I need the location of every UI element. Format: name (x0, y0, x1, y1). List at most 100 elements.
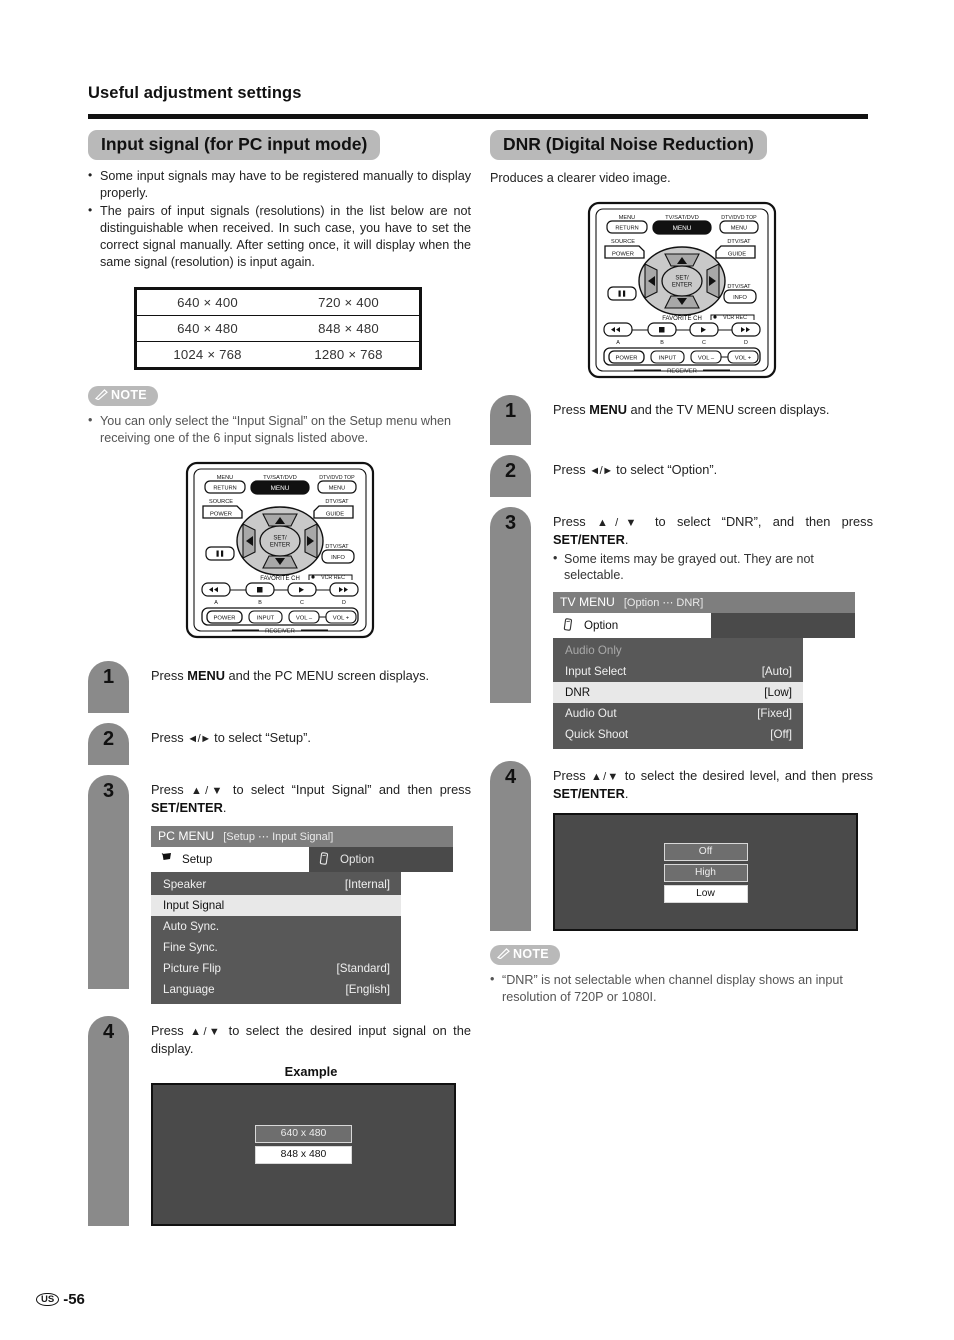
svg-text:INFO: INFO (331, 555, 345, 561)
menu-item-input-select[interactable]: Input Select [Auto] (553, 661, 803, 682)
tab-label: Option (340, 853, 375, 867)
step-number: 3 (490, 506, 531, 703)
menu-item-audio-only: Audio Only (553, 640, 803, 661)
svg-text:DTV/SAT: DTV/SAT (727, 284, 751, 290)
table-cell: 640 × 480 (135, 315, 278, 342)
tab-label: Option (584, 619, 619, 633)
manual-page: Useful adjustment settings Input signal … (0, 0, 954, 1340)
menu-item-label: Language (163, 983, 215, 997)
note-badge: NOTE (88, 386, 158, 407)
osd-title: PC MENU (158, 829, 215, 844)
svg-text:VOL +: VOL + (734, 355, 751, 361)
menu-item-value: [Auto] (761, 665, 792, 679)
step-1-right: 1 Press MENU and the TV MENU screen disp… (490, 394, 873, 445)
step-number: 2 (490, 454, 531, 497)
step-number: 1 (490, 394, 531, 445)
table-cell: 1024 × 768 (135, 341, 278, 369)
svg-text:POWER: POWER (615, 355, 637, 361)
step-number: 3 (88, 775, 129, 990)
note-label: NOTE (513, 947, 549, 962)
tab-option[interactable]: Option (309, 847, 453, 873)
menu-item-speaker[interactable]: Speaker [Internal] (151, 874, 401, 895)
svg-text:SET/: SET/ (675, 275, 689, 281)
svg-text:VOL +: VOL + (332, 616, 349, 622)
menu-item-picture-flip[interactable]: Picture Flip [Standard] (151, 958, 401, 979)
page-number: -56 (63, 1291, 85, 1308)
step-2-left: 2 Press ◄/► to select “Setup”. (88, 723, 471, 766)
menu-item-label: Input Select (565, 665, 627, 679)
step-1-left: 1 Press MENU and the PC MENU screen disp… (88, 661, 471, 714)
right-section-title: DNR (Digital Noise Reduction) (490, 130, 767, 161)
list-item: “DNR” is not selectable when channel dis… (490, 971, 873, 1006)
svg-text:GUIDE: GUIDE (727, 251, 745, 257)
example-label: Example (284, 1063, 338, 1079)
menu-item-fine-sync[interactable]: Fine Sync. (151, 937, 401, 958)
menu-item-value: [Internal] (344, 878, 390, 892)
menu-item-value: [English] (345, 983, 390, 997)
resolution-option-848x480[interactable]: 848 x 480 (255, 1145, 352, 1164)
example-screen: 640 x 480 848 x 480 (151, 1082, 456, 1226)
menu-item-label: Audio Out (565, 707, 617, 721)
svg-text:INFO: INFO (733, 295, 747, 301)
dnr-option-low[interactable]: Low (663, 885, 748, 904)
list-item: The pairs of input signals (resolutions)… (88, 202, 471, 271)
svg-text:VOL –: VOL – (295, 616, 312, 622)
tab-setup[interactable]: Setup (151, 847, 309, 873)
left-note-block: NOTE You can only select the “Input Sign… (88, 386, 471, 447)
svg-text:VCR REC: VCR REC (321, 575, 345, 581)
table-cell: 640 × 400 (177, 295, 238, 311)
menu-item-quick-shoot[interactable]: Quick Shoot [Off] (553, 724, 803, 745)
svg-text:RECEIVER: RECEIVER (667, 368, 697, 374)
resolution-option-list: 640 x 480 848 x 480 (255, 1124, 352, 1164)
tab-blank[interactable] (711, 613, 855, 639)
page-header: Useful adjustment settings (88, 84, 868, 103)
remote-control-diagram-right: MENU RETURN TV/SAT/DVD MENU DTV/DVD TOP … (490, 201, 873, 379)
svg-text:FAVORITE CH: FAVORITE CH (260, 576, 300, 582)
table-row: 640 × 400 720 × 400 (136, 289, 421, 316)
dnr-level-option-list: Off High Low (663, 843, 748, 904)
step-4-right: 4 Press ▲/▼ to select the desired level,… (490, 761, 873, 932)
note-label: NOTE (111, 388, 147, 403)
tv-menu-osd: TV MENU [Option ⋯ DNR] Option Audio Only… (553, 592, 855, 750)
option-icon (562, 618, 575, 634)
note-list: “DNR” is not selectable when channel dis… (490, 971, 873, 1006)
svg-text:MENU: MENU (270, 485, 289, 492)
list-item: Some input signals may have to be regist… (88, 167, 471, 202)
left-section-title: Input signal (for PC input mode) (88, 130, 381, 161)
svg-text:POWER: POWER (612, 251, 634, 257)
dnr-option-high[interactable]: High (663, 864, 748, 883)
note-badge: NOTE (490, 945, 560, 966)
right-lead-text: Produces a clearer video image. (490, 171, 671, 186)
svg-text:GUIDE: GUIDE (325, 512, 343, 518)
step-number: 4 (88, 1016, 129, 1227)
resolution-option-640x480[interactable]: 640 x 480 (255, 1124, 352, 1143)
svg-text:ENTER: ENTER (671, 282, 692, 288)
step-text: Press ▲/▼ to select “DNR”, and then pres… (553, 513, 873, 548)
header-divider (88, 114, 868, 119)
remote-svg: MENU RETURN TV/SAT/DVD MENU DTV/DVD TOP … (185, 462, 374, 639)
svg-text:INPUT: INPUT (256, 616, 274, 622)
region-badge: US (36, 1292, 60, 1307)
svg-text:POWER: POWER (213, 616, 235, 622)
osd-tab-bar: Setup Option (151, 847, 453, 873)
table-cell: 720 × 400 (318, 295, 379, 311)
svg-text:TV/SAT/DVD: TV/SAT/DVD (263, 475, 297, 481)
table-cell: 848 × 480 (278, 315, 421, 342)
menu-item-dnr[interactable]: DNR [Low] (553, 682, 803, 704)
step-text: Press ▲/▼ to select the desired level, a… (553, 768, 873, 802)
menu-item-audio-out[interactable]: Audio Out [Fixed] (553, 703, 803, 724)
step-content: Press ▲/▼ to select “DNR”, and then pres… (531, 507, 873, 750)
menu-item-language[interactable]: Language [English] (151, 979, 401, 1000)
step-number: 1 (88, 661, 129, 714)
menu-item-auto-sync[interactable]: Auto Sync. (151, 916, 401, 937)
step-text: Press ▲/▼ to select the desired input si… (151, 1023, 471, 1057)
menu-item-value: [Off] (770, 728, 792, 742)
step-number: 2 (88, 723, 129, 766)
menu-item-input-signal[interactable]: Input Signal (151, 895, 401, 917)
osd-title-bar: PC MENU [Setup ⋯ Input Signal] (151, 826, 453, 848)
svg-text:MENU: MENU (216, 475, 232, 481)
svg-text:DTV/SAT: DTV/SAT (727, 239, 751, 245)
tab-option[interactable]: Option (553, 613, 711, 639)
dnr-option-off[interactable]: Off (663, 843, 748, 862)
svg-text:SOURCE: SOURCE (209, 499, 233, 505)
